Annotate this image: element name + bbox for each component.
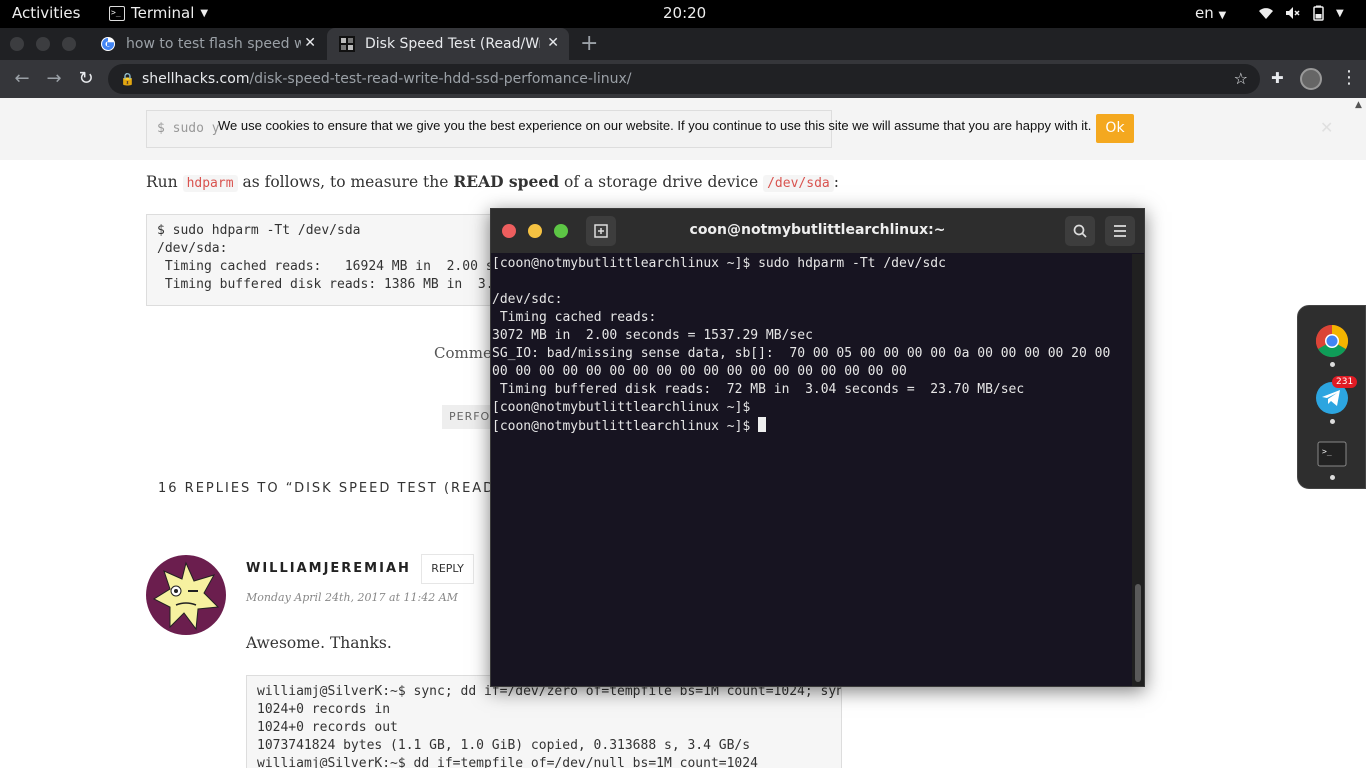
para-text: as follows, to measure the (242, 173, 449, 191)
chevron-down-icon: ▼ (1336, 7, 1344, 19)
cookie-message: We use cookies to ensure that we give yo… (218, 118, 1092, 133)
terminal-line: /dev/sdc: (492, 292, 563, 307)
kebab-menu-icon[interactable]: ⋮ (1340, 67, 1358, 88)
lock-icon: 🔒 (120, 72, 135, 86)
comments-link-partial[interactable]: Comme (434, 344, 492, 362)
window-close-dot[interactable] (10, 37, 24, 51)
browser-tab-shellhacks[interactable]: Disk Speed Test (Read/Wr ✕ (327, 28, 569, 60)
terminal-line: Timing cached reads: (492, 310, 657, 325)
activities-button[interactable]: Activities (12, 4, 80, 22)
chrome-icon (1315, 324, 1349, 358)
language-indicator[interactable]: en ▼ (1195, 4, 1226, 22)
instruction-paragraph: Run hdparm as follows, to measure the RE… (146, 172, 839, 192)
comment-author[interactable]: WILLIAMJEREMIAH (246, 561, 411, 576)
tab-close-icon[interactable]: ✕ (547, 35, 559, 51)
comment-date[interactable]: Monday April 24th, 2017 at 11:42 AM (246, 591, 458, 604)
browser-tab-google[interactable]: how to test flash speed w ✕ (88, 28, 326, 60)
para-text: of a storage drive device (564, 173, 759, 191)
close-icon[interactable]: ✕ (1320, 118, 1333, 137)
terminal-line: [coon@notmybutlittlearchlinux ~]$ (492, 400, 751, 415)
new-tab-icon[interactable]: + (580, 31, 598, 56)
para-text: : (833, 173, 839, 191)
para-text: Run (146, 173, 178, 191)
battery-icon (1313, 5, 1324, 21)
browser-tab-strip: how to test flash speed w ✕ Disk Speed T… (0, 28, 1366, 60)
chevron-down-icon: ▼ (1218, 10, 1227, 21)
para-bold: READ speed (453, 172, 560, 191)
hamburger-menu-button[interactable] (1105, 216, 1135, 246)
terminal-line: [coon@notmybutlittlearchlinux ~]$ sudo h… (492, 256, 946, 271)
scroll-up-arrow-icon[interactable]: ▲ (1355, 100, 1362, 110)
extensions-puzzle-icon[interactable]: ✚ (1271, 69, 1284, 87)
terminal-icon: >_ (1317, 441, 1347, 467)
search-icon (1073, 224, 1087, 238)
system-tray[interactable]: ▼ (1258, 5, 1344, 21)
bookmark-star-icon[interactable]: ☆ (1234, 64, 1248, 94)
terminal-scrollbar[interactable] (1132, 254, 1144, 686)
scrollbar-thumb[interactable] (1135, 584, 1141, 682)
google-icon (101, 37, 115, 51)
tab-title: how to test flash speed w (126, 36, 301, 52)
cookie-ok-button[interactable]: Ok (1096, 114, 1134, 143)
window-maximize-dot[interactable] (62, 37, 76, 51)
comment-code-block: williamj@SilverK:~$ sync; dd if=/dev/zer… (246, 675, 842, 768)
address-bar[interactable]: 🔒 shellhacks.com/disk-speed-test-read-wr… (108, 64, 1260, 94)
back-arrow-icon[interactable]: ← (10, 67, 34, 91)
browser-toolbar: ← → ↻ 🔒 shellhacks.com/disk-speed-test-r… (0, 60, 1366, 98)
terminal-prompt-line[interactable]: [coon@notmybutlittlearchlinux ~]$ (492, 417, 1131, 435)
tab-title: Disk Speed Test (Read/Wr (365, 36, 540, 52)
terminal-header-bar[interactable]: coon@notmybutlittlearchlinux:~ (491, 209, 1144, 253)
tab-close-icon[interactable]: ✕ (304, 35, 316, 51)
shellhacks-icon (339, 36, 355, 52)
running-indicator (1330, 419, 1335, 424)
reply-button[interactable]: REPLY (421, 554, 474, 584)
avatar-star-face-icon (152, 561, 220, 631)
forward-arrow-icon[interactable]: → (42, 67, 66, 91)
clock[interactable]: 20:20 (663, 4, 706, 22)
comment-text: Awesome. Thanks. (246, 634, 392, 652)
terminal-line: SG_IO: bad/missing sense data, sb[]: 70 … (492, 346, 1111, 361)
profile-avatar[interactable] (1300, 68, 1322, 90)
terminal-window[interactable]: coon@notmybutlittlearchlinux:~ [coon@not… (490, 208, 1145, 687)
app-menu-label: Terminal (131, 4, 195, 22)
notification-badge: 231 (1332, 376, 1358, 388)
avatar (146, 555, 226, 635)
terminal-line: Timing buffered disk reads: 72 MB in 3.0… (492, 382, 1025, 397)
search-button[interactable] (1065, 216, 1095, 246)
terminal-prompt: [coon@notmybutlittlearchlinux ~]$ (492, 419, 759, 434)
wifi-icon (1259, 8, 1273, 19)
inline-code: /dev/sda (763, 175, 834, 192)
app-menu[interactable]: >_ Terminal ▼ (109, 4, 208, 22)
running-indicator (1330, 362, 1335, 367)
chrome-dock-item[interactable] (1314, 323, 1350, 359)
reload-icon[interactable]: ↻ (74, 67, 98, 91)
terminal-icon: >_ (109, 5, 125, 21)
terminal-cursor (758, 417, 767, 432)
window-minimize-dot[interactable] (36, 37, 50, 51)
terminal-title: coon@notmybutlittlearchlinux:~ (689, 222, 946, 238)
volume-muted-icon (1286, 7, 1300, 19)
url-path: /disk-speed-test-read-write-hdd-ssd-perf… (249, 71, 632, 87)
dock: 231 >_ (1297, 305, 1366, 489)
url-domain: shellhacks.com (142, 71, 250, 87)
terminal-output[interactable]: [coon@notmybutlittlearchlinux ~]$ sudo h… (491, 254, 1131, 686)
terminal-line: 3072 MB in 2.00 seconds = 1537.29 MB/sec (492, 328, 813, 343)
replies-heading: 16 REPLIES TO “DISK SPEED TEST (READ/W (158, 481, 517, 496)
terminal-dock-item[interactable]: >_ (1314, 437, 1350, 473)
running-indicator (1330, 475, 1335, 480)
terminal-line: 00 00 00 00 00 00 00 00 00 00 00 00 00 0… (492, 364, 907, 379)
cookie-banner: $ sudo y We use cookies to ensure that w… (0, 98, 1366, 160)
code-block: $ sudo hdparm -Tt /dev/sda /dev/sda: Tim… (146, 214, 496, 306)
inline-code: hdparm (182, 175, 238, 192)
chevron-down-icon: ▼ (200, 7, 209, 19)
svg-text:>_: >_ (1322, 447, 1332, 456)
category-tag[interactable]: PERFO (442, 405, 497, 429)
gnome-top-bar: Activities >_ Terminal ▼ 20:20 en ▼ ▼ (0, 0, 1366, 28)
hamburger-menu-icon (1114, 225, 1126, 237)
language-label: en (1195, 4, 1214, 22)
